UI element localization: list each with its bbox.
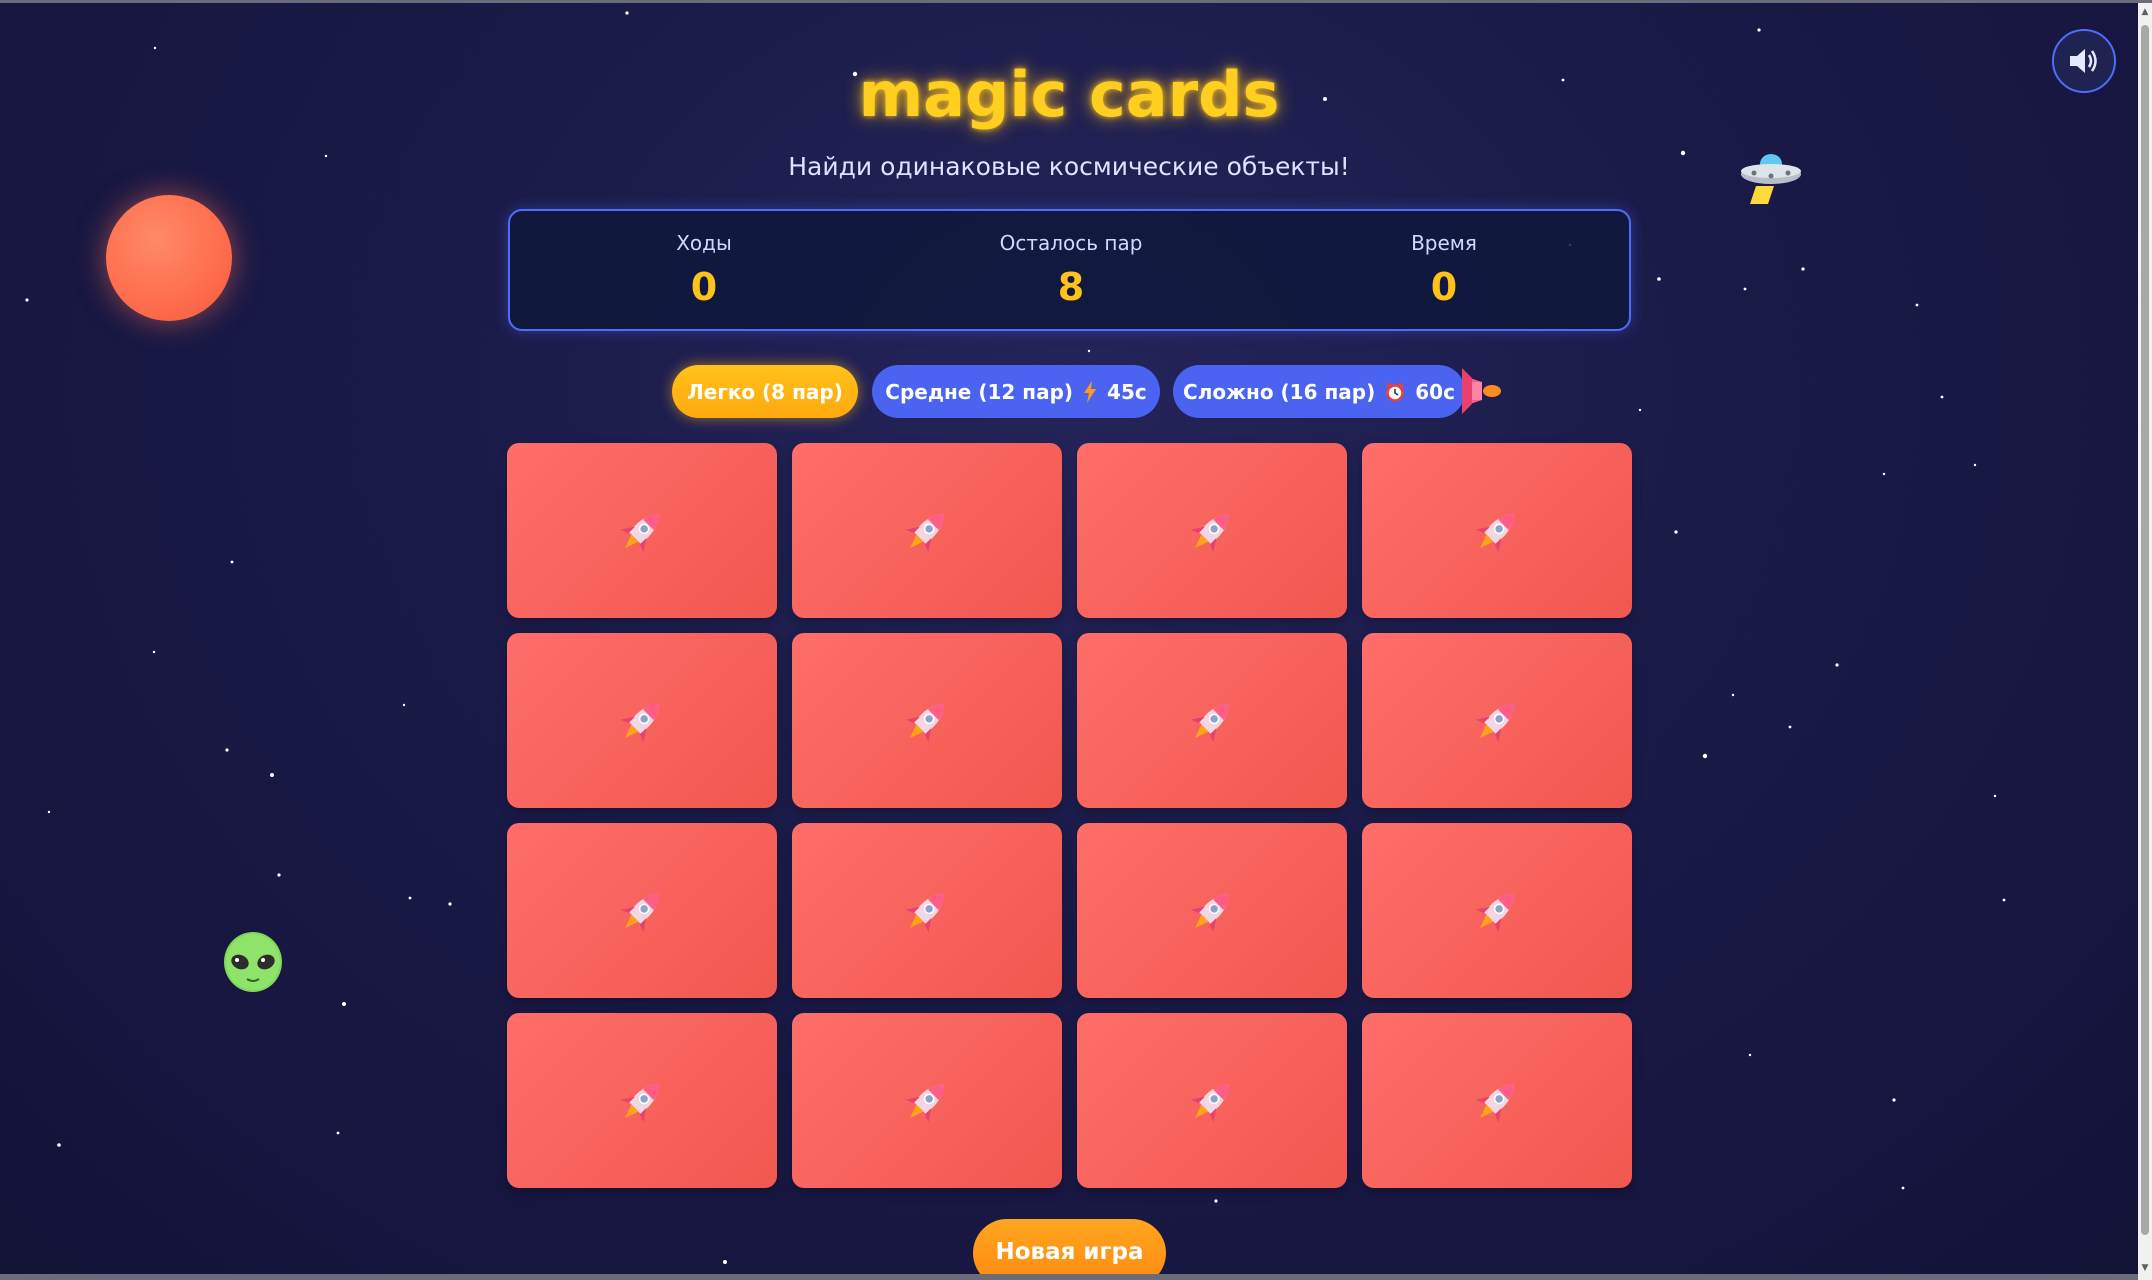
- rocket-icon: [1190, 893, 1229, 932]
- card-back[interactable]: [507, 633, 777, 808]
- vertical-scrollbar[interactable]: ▲ ▼: [2138, 3, 2152, 1280]
- stat-pairs-left: Осталось пар 8: [921, 231, 1221, 309]
- difficulty-hard-label: Сложно (16 пар): [1183, 379, 1376, 404]
- stat-time: Время 0: [1294, 231, 1594, 309]
- card-back[interactable]: [792, 633, 1062, 808]
- rocket-icon: [620, 513, 659, 552]
- difficulty-medium-time: 45с: [1107, 379, 1147, 404]
- stat-pairs-left-value: 8: [1057, 265, 1085, 309]
- stat-pairs-left-label: Осталось пар: [999, 231, 1143, 255]
- rocket-icon: [1190, 703, 1229, 742]
- rocket-icon: [1190, 513, 1229, 552]
- rocket-icon: [905, 893, 944, 932]
- stat-time-label: Время: [1411, 231, 1477, 255]
- scroll-down-arrow-icon[interactable]: ▼: [2138, 1261, 2152, 1275]
- scroll-up-arrow-icon[interactable]: ▲: [2138, 5, 2152, 19]
- difficulty-medium-button[interactable]: Средне (12 пар) 45с: [872, 365, 1160, 418]
- lightning-icon: [1084, 380, 1097, 403]
- difficulty-easy-label: Легко (8 пар): [687, 379, 843, 404]
- card-back[interactable]: [1077, 823, 1347, 998]
- card-back[interactable]: [1362, 443, 1632, 618]
- card-grid: [507, 443, 1632, 1188]
- game-subtitle: Найди одинаковые космические объекты!: [788, 152, 1350, 181]
- card-back[interactable]: [1077, 1013, 1347, 1188]
- rocket-icon: [905, 513, 944, 552]
- card-back[interactable]: [1077, 633, 1347, 808]
- stat-time-value: 0: [1430, 265, 1458, 309]
- rocket-icon: [1475, 1083, 1514, 1122]
- planet-decoration: [106, 195, 232, 321]
- stat-moves: Ходы 0: [554, 231, 854, 309]
- difficulty-medium-label: Средне (12 пар): [885, 379, 1074, 404]
- scrollbar-thumb[interactable]: [2141, 25, 2149, 1235]
- card-back[interactable]: [507, 1013, 777, 1188]
- card-back[interactable]: [792, 823, 1062, 998]
- rocket-icon: [620, 1083, 659, 1122]
- card-back[interactable]: [1362, 633, 1632, 808]
- difficulty-hard-button[interactable]: Сложно (16 пар) 60с: [1173, 365, 1465, 418]
- alarm-clock-icon: [1386, 382, 1404, 402]
- card-back[interactable]: [1362, 823, 1632, 998]
- rocket-icon: [1475, 703, 1514, 742]
- stat-moves-value: 0: [690, 265, 718, 309]
- rocket-icon: [1475, 513, 1514, 552]
- new-game-button[interactable]: Новая игра: [973, 1219, 1166, 1280]
- rocket-icon: [1475, 893, 1514, 932]
- card-back[interactable]: [1362, 1013, 1632, 1188]
- game-title: magic cards: [858, 58, 1280, 131]
- card-back[interactable]: [507, 823, 777, 998]
- difficulty-hard-time: 60с: [1415, 379, 1455, 404]
- rocket-icon: [1462, 368, 1501, 414]
- alien-icon: [224, 932, 282, 992]
- card-back[interactable]: [507, 443, 777, 618]
- rocket-icon: [620, 893, 659, 932]
- card-back[interactable]: [792, 1013, 1062, 1188]
- card-back[interactable]: [1077, 443, 1347, 618]
- rocket-icon: [905, 1083, 944, 1122]
- difficulty-easy-button[interactable]: Легко (8 пар): [672, 365, 858, 418]
- card-back[interactable]: [792, 443, 1062, 618]
- stat-moves-label: Ходы: [676, 231, 732, 255]
- window-bottom-border: [0, 1274, 2138, 1280]
- stats-panel: Ходы 0 Осталось пар 8 Время 0: [508, 209, 1631, 331]
- rocket-icon: [905, 703, 944, 742]
- rocket-icon: [620, 703, 659, 742]
- rocket-icon: [1190, 1083, 1229, 1122]
